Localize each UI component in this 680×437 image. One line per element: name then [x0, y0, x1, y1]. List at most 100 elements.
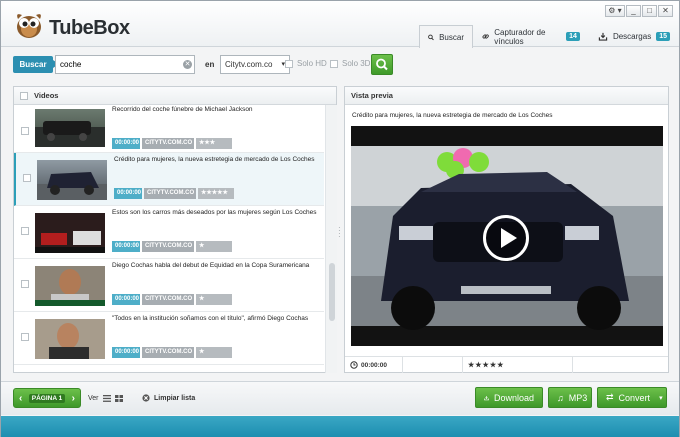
- videos-scrollbar[interactable]: [325, 105, 337, 373]
- status-bar: [1, 416, 679, 437]
- tab-descargas[interactable]: Descargas 15: [589, 25, 679, 47]
- preview-panel: Vista previa Crédito para mujeres, la nu…: [344, 86, 669, 373]
- duration-badge: 00:00:00: [112, 138, 140, 149]
- view-mode-switch: Ver: [88, 395, 123, 402]
- video-meta: 00:00:00 CITYTV.COM.CO ★: [112, 294, 232, 305]
- duration-badge: 00:00:00: [112, 241, 140, 252]
- tubebox-logo-icon: [17, 14, 41, 38]
- en-label: en: [205, 60, 215, 69]
- source-badge: CITYTV.COM.CO: [142, 241, 194, 252]
- count-badge: 15: [656, 32, 670, 41]
- search-go-button[interactable]: [371, 54, 393, 75]
- search-icon: [376, 58, 388, 71]
- row-checkbox[interactable]: [21, 127, 29, 135]
- close-button[interactable]: ✕: [658, 5, 673, 17]
- row-checkbox[interactable]: [21, 280, 29, 288]
- main-tabs: Buscar Capturador de vínculos 14 Descarg…: [419, 25, 679, 48]
- list-view-icon[interactable]: [102, 395, 111, 402]
- tab-label: Capturador de vínculos: [494, 27, 546, 46]
- settings-menu-button[interactable]: ⚙ ▾: [605, 5, 625, 17]
- preview-panel-header: Vista previa: [345, 87, 668, 105]
- bottom-bar: ‹ PÁGINA 1 › Ver Limpiar lista Download …: [1, 381, 679, 415]
- video-list: Recorrido del coche fúnebre de Michael J…: [14, 105, 324, 373]
- video-title: Recorrido del coche fúnebre de Michael J…: [112, 106, 253, 113]
- search-input[interactable]: [55, 55, 195, 74]
- site-select[interactable]: Citytv.com.co ▾: [220, 55, 290, 74]
- chevron-left-icon[interactable]: ‹: [19, 393, 22, 404]
- rating-stars: ★: [196, 241, 232, 252]
- video-title: Crédito para mujeres, la nueva estretegi…: [114, 156, 315, 163]
- rating-stars: ★: [196, 294, 232, 305]
- link-icon: [482, 34, 489, 39]
- video-thumbnail: [35, 266, 105, 306]
- minimize-button[interactable]: _: [626, 5, 641, 17]
- video-meta: 00:00:00 CITYTV.COM.CO ★: [112, 241, 232, 252]
- select-all-checkbox[interactable]: [20, 91, 28, 100]
- mp3-label: MP3: [568, 392, 588, 403]
- row-checkbox[interactable]: [23, 174, 31, 182]
- video-thumbnail: [37, 160, 107, 200]
- convert-button[interactable]: ⇄ Convert ▾: [597, 387, 667, 408]
- video-title: Diego Cochas habla del debut de Equidad …: [112, 262, 310, 269]
- video-player[interactable]: [351, 126, 663, 346]
- rating-stars: ★: [196, 347, 232, 358]
- video-title: "Todos en la institución soñamos con el …: [112, 315, 309, 322]
- solo-3d-label: Solo 3D: [342, 59, 371, 68]
- list-item[interactable]: Diego Cochas habla del debut de Equidad …: [14, 259, 324, 312]
- video-meta: 00:00:00 CITYTV.COM.CO ★★★★★: [114, 188, 234, 199]
- video-thumbnail: [35, 109, 105, 147]
- clear-list-button[interactable]: Limpiar lista: [142, 394, 195, 402]
- source-badge: CITYTV.COM.CO: [144, 188, 196, 199]
- list-item[interactable]: "Todos en la institución soñamos con el …: [14, 312, 324, 365]
- time-display: 00:00:00: [345, 357, 403, 373]
- video-meta: 00:00:00 CITYTV.COM.CO ★: [112, 347, 232, 358]
- mp3-button[interactable]: ♫ MP3: [548, 387, 592, 408]
- list-item-selected[interactable]: Crédito para mujeres, la nueva estretegi…: [14, 153, 324, 206]
- tab-label: Buscar: [439, 32, 464, 42]
- rating-stars: ★★★★★: [198, 188, 234, 199]
- rating-stars: ★★★★★: [468, 362, 505, 369]
- duration-badge: 00:00:00: [112, 294, 140, 305]
- video-thumbnail: [35, 213, 105, 253]
- tab-buscar[interactable]: Buscar: [419, 25, 473, 48]
- clear-search-icon[interactable]: ✕: [183, 60, 192, 69]
- page-label: PÁGINA 1: [28, 393, 66, 403]
- player-control-slot: [403, 357, 463, 373]
- videos-header-label: Videos: [34, 91, 59, 100]
- preview-title: Crédito para mujeres, la nueva estretegi…: [352, 112, 553, 119]
- download-icon: [484, 395, 489, 400]
- chevron-down-icon[interactable]: ▾: [659, 394, 663, 402]
- pagination-control: ‹ PÁGINA 1 ›: [13, 388, 81, 408]
- video-title: Estos son los carros más deseados por la…: [112, 209, 317, 216]
- duration-badge: 00:00:00: [112, 347, 140, 358]
- row-checkbox[interactable]: [21, 333, 29, 341]
- row-checkbox[interactable]: [21, 227, 29, 235]
- solo-hd-checkbox[interactable]: Solo HD: [285, 59, 327, 68]
- buscar-label: Buscar: [13, 56, 59, 73]
- list-item[interactable]: Recorrido del coche fúnebre de Michael J…: [14, 105, 324, 153]
- solo-3d-checkbox[interactable]: Solo 3D: [330, 59, 370, 68]
- source-badge: CITYTV.COM.CO: [142, 138, 194, 149]
- list-item[interactable]: Estos son los carros más deseados por la…: [14, 206, 324, 259]
- download-button[interactable]: Download: [475, 387, 543, 408]
- time-value: 00:00:00: [361, 361, 388, 369]
- source-badge: CITYTV.COM.CO: [142, 347, 194, 358]
- download-tray-icon: [598, 32, 608, 41]
- maximize-button[interactable]: □: [642, 5, 657, 17]
- videos-panel: Videos Recorrido del coche fúnebre de Mi…: [13, 86, 337, 373]
- clock-icon: [350, 361, 358, 369]
- clear-icon: [142, 394, 150, 402]
- chevron-right-icon[interactable]: ›: [72, 393, 75, 404]
- tab-capturador[interactable]: Capturador de vínculos 14: [473, 25, 589, 47]
- grid-view-icon[interactable]: [114, 395, 123, 402]
- preview-header-label: Vista previa: [351, 91, 393, 100]
- site-select-value: Citytv.com.co: [225, 60, 273, 69]
- preview-rating: ★★★★★: [463, 357, 573, 373]
- ver-label: Ver: [88, 395, 99, 402]
- scrollbar-thumb[interactable]: [329, 263, 335, 321]
- play-button[interactable]: [483, 215, 529, 261]
- player-control-bar: 00:00:00 ★★★★★: [345, 356, 668, 373]
- window-controls: ⚙ ▾ _ □ ✕: [605, 5, 673, 17]
- panel-splitter[interactable]: · · · ·: [338, 224, 342, 241]
- duration-badge: 00:00:00: [114, 188, 142, 199]
